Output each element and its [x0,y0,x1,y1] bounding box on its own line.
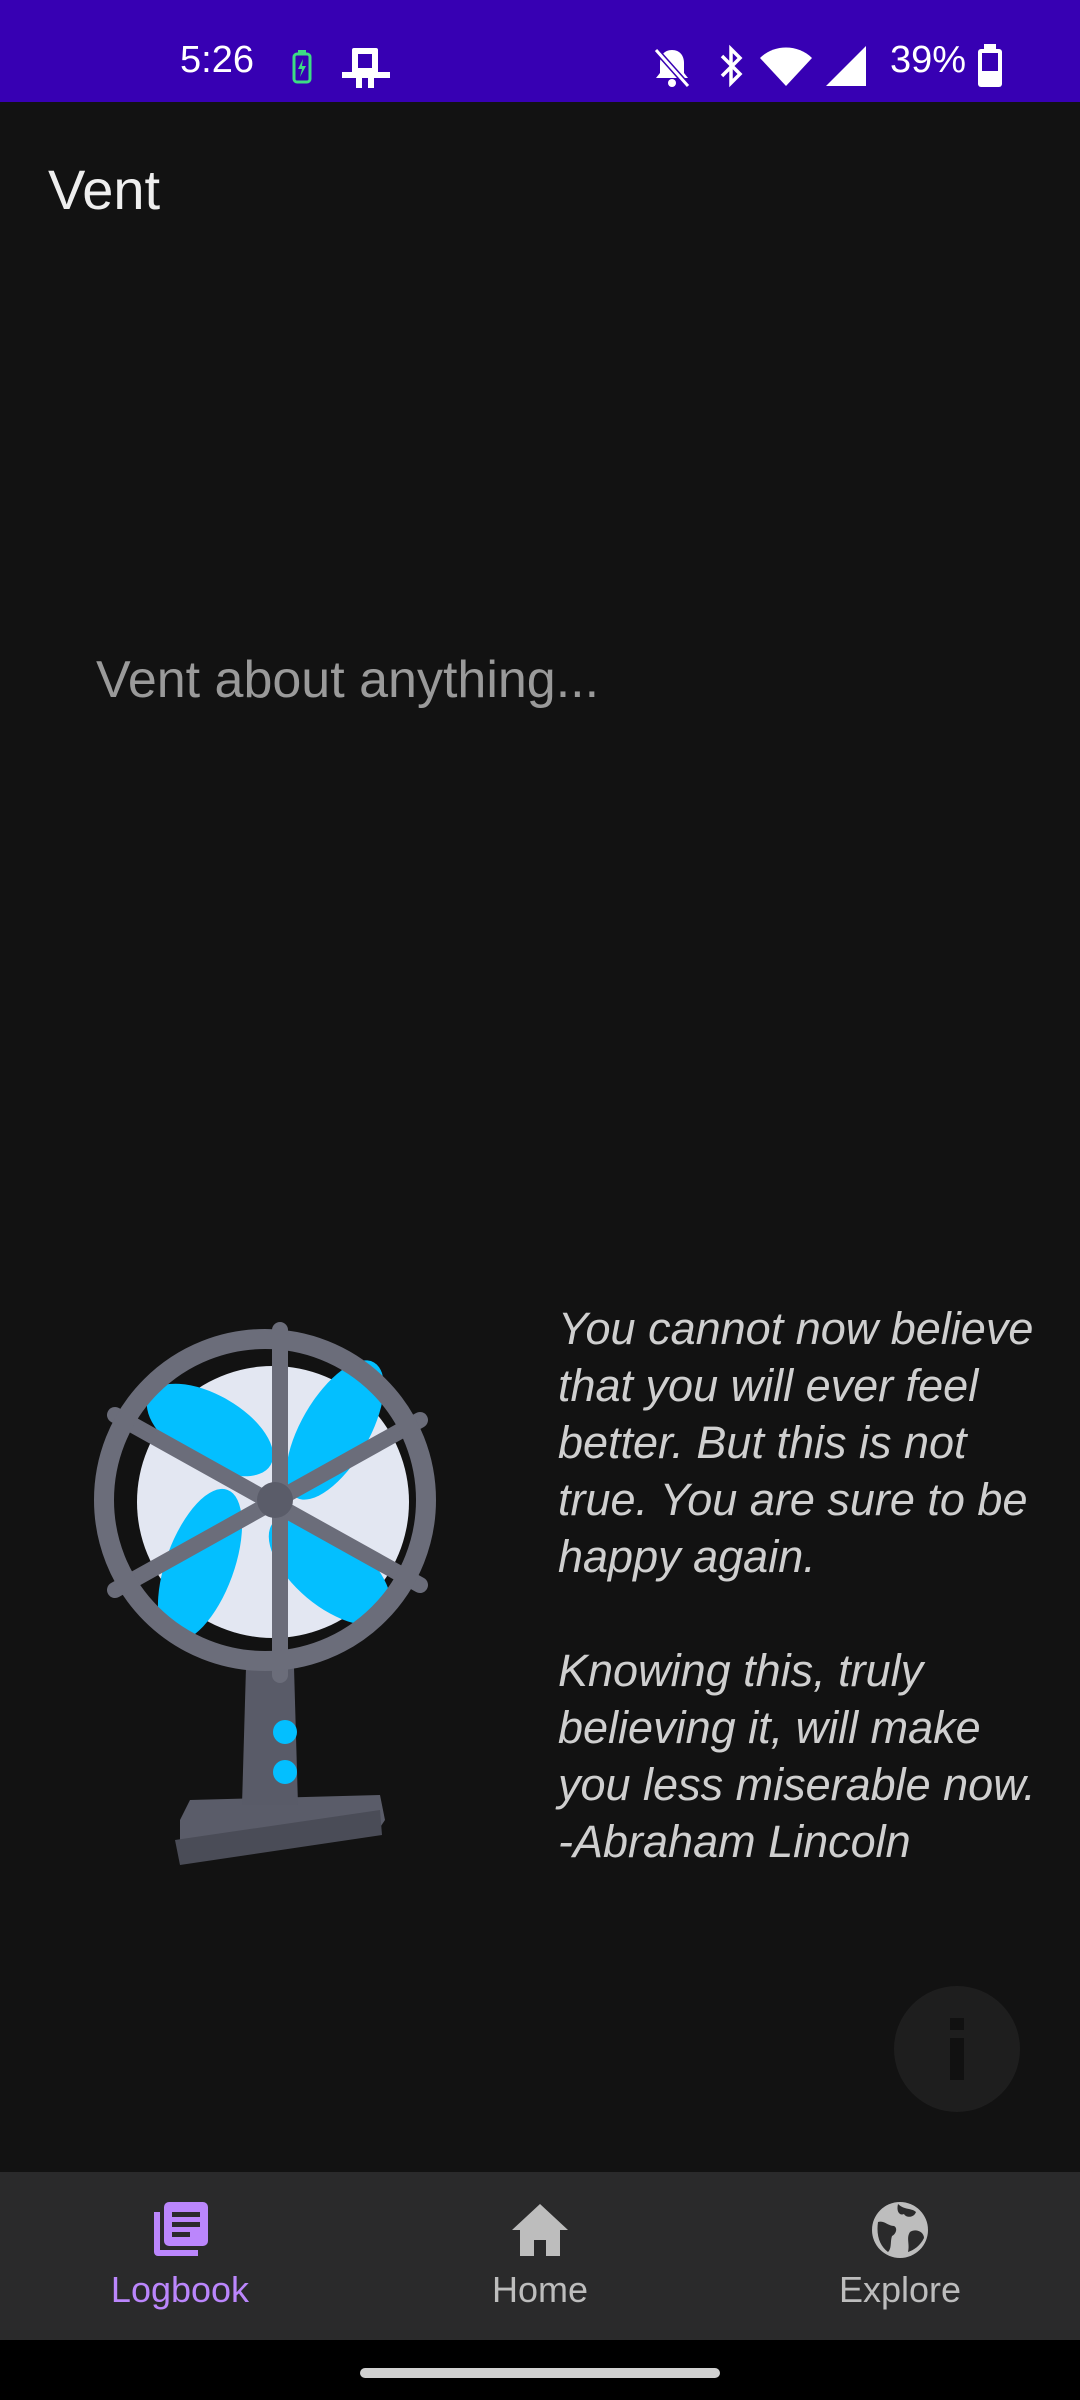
nav-item-logbook[interactable]: Logbook [0,2172,360,2340]
cell-signal-icon [826,46,866,86]
battery-icon [978,44,1002,87]
wifi-icon [760,47,812,86]
app-title: Vent [48,158,161,221]
cast-icon [342,48,390,88]
nav-item-home[interactable]: Home [360,2172,720,2340]
home-icon [512,2204,568,2256]
quote-author: -Abraham Lincoln [558,1816,911,1867]
nav-label-home: Home [491,2269,589,2310]
quote: You cannot now believe that you will eve… [558,1300,1063,1870]
nav-label-logbook: Logbook [110,2269,250,2310]
status-time: 5:26 [180,39,254,81]
battery-percentage: 39% [890,39,967,81]
quote-paragraph-2: Knowing this, truly believing it, will m… [558,1645,1036,1810]
fan-illustration [94,1322,436,1865]
bottom-navigation: Logbook Home Explore [0,2172,1080,2340]
info-icon [950,2018,964,2080]
gesture-handle[interactable] [360,2368,720,2378]
quote-paragraph-1: You cannot now believe that you will eve… [558,1303,1034,1582]
battery-charging-icon [292,50,312,84]
status-bar: 5:26 39% [0,0,1080,102]
globe-icon [872,2202,928,2258]
bluetooth-icon [720,44,743,88]
info-button[interactable] [894,1986,1020,2112]
vent-input[interactable] [96,640,996,720]
nav-label-explore: Explore [838,2269,962,2310]
nav-item-explore[interactable]: Explore [720,2172,1080,2340]
do-not-disturb-icon [653,48,691,88]
gesture-bar [0,2340,1080,2400]
logbook-icon [154,2202,208,2256]
